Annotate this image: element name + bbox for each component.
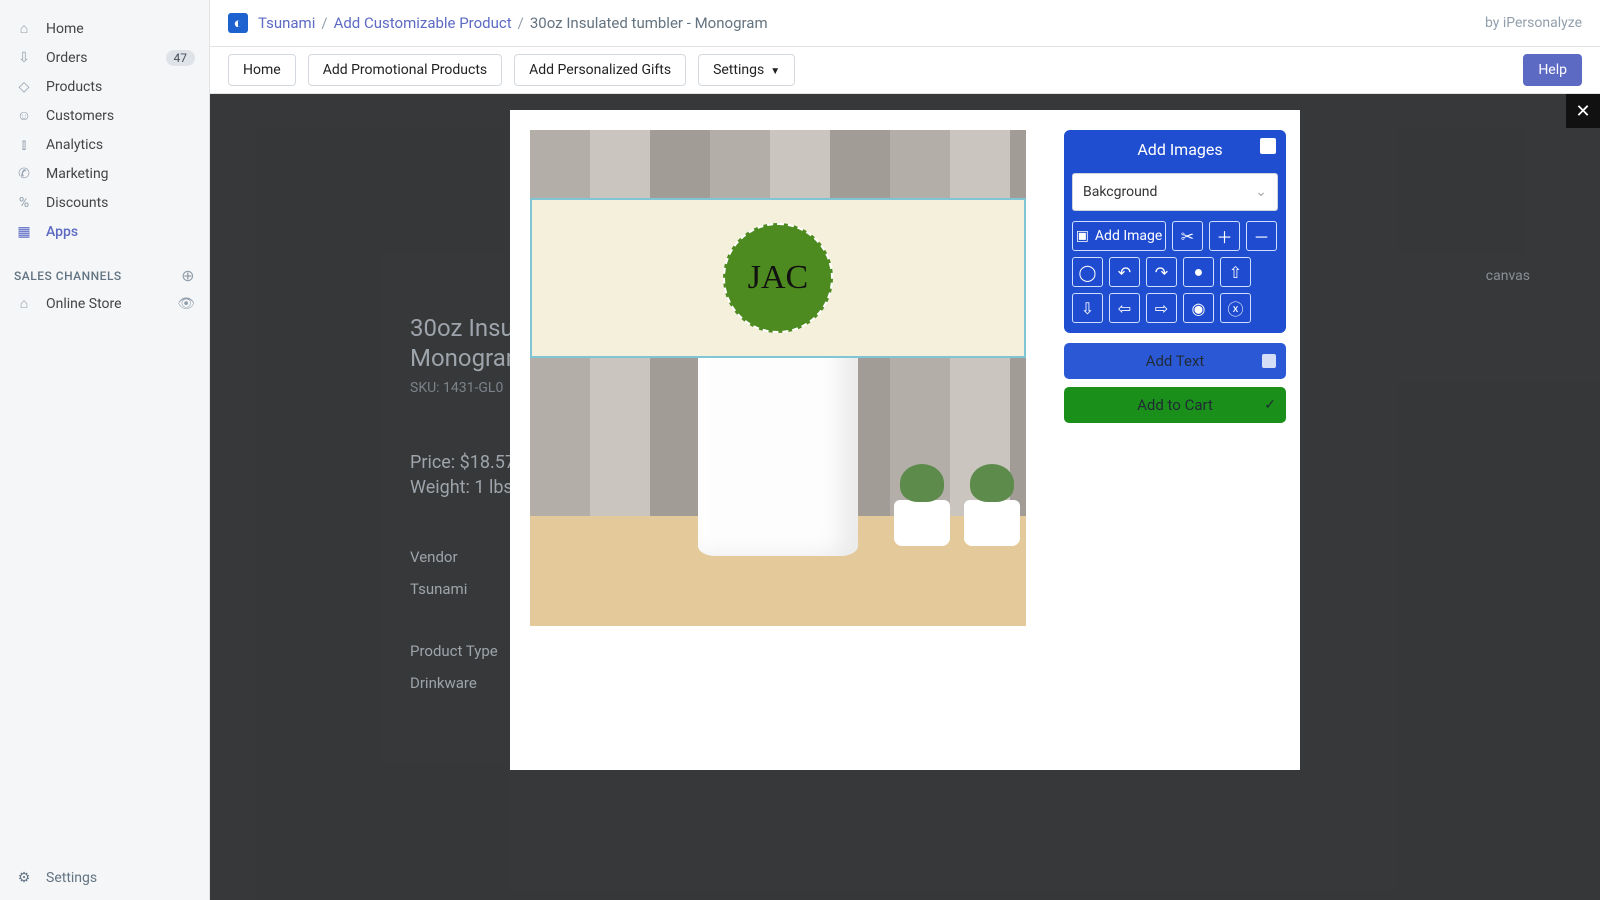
sales-channels-header: SALES CHANNELS⊕: [0, 246, 209, 289]
rotate-right-button[interactable]: ↷: [1146, 257, 1177, 287]
crumb-add-product[interactable]: Add Customizable Product: [334, 14, 512, 32]
gear-icon: ⚙: [14, 870, 34, 886]
nav-products[interactable]: ◇Products: [0, 72, 209, 101]
fit-button[interactable]: ◉: [1183, 293, 1214, 323]
nav-home[interactable]: ⌂Home: [0, 14, 209, 43]
sidebar: ⌂Home ⇩Orders47 ◇Products ☺Customers ⫾An…: [0, 0, 210, 900]
app-logo-icon: ◐: [228, 13, 248, 33]
primary-nav: ⌂Home ⇩Orders47 ◇Products ☺Customers ⫾An…: [0, 0, 209, 856]
move-left-button[interactable]: ⇦: [1109, 293, 1140, 323]
add-image-button[interactable]: ▣Add Image: [1072, 221, 1166, 251]
expand-icon[interactable]: [1260, 138, 1276, 154]
analytics-icon: ⫾: [14, 137, 34, 153]
move-right-button[interactable]: ⇨: [1146, 293, 1177, 323]
nav-analytics[interactable]: ⫾Analytics: [0, 130, 209, 159]
design-preview[interactable]: JAC: [530, 130, 1026, 626]
nav-discounts[interactable]: %Discounts: [0, 188, 209, 217]
add-promotional-button[interactable]: Add Promotional Products: [308, 54, 502, 86]
circle-mask-button[interactable]: ●: [1183, 257, 1214, 287]
nav-online-store[interactable]: ⌂Online Store👁: [0, 289, 209, 318]
home-icon: ⌂: [14, 20, 34, 37]
apps-icon: ▦: [14, 224, 34, 240]
add-images-panel: Add Images Bakcground ⌄ ▣Add Image ✂ ＋ －: [1064, 130, 1286, 333]
crop-button[interactable]: ✂: [1172, 221, 1203, 251]
marketing-icon: ✆: [14, 166, 34, 182]
add-to-cart-button[interactable]: Add to Cart: [1064, 387, 1286, 423]
monogram-badge: JAC: [723, 223, 833, 333]
nav-orders[interactable]: ⇩Orders47: [0, 43, 209, 72]
remove-button[interactable]: ⓧ: [1220, 293, 1251, 323]
close-icon[interactable]: ✕: [1566, 94, 1600, 128]
eye-icon[interactable]: 👁: [177, 296, 195, 312]
nav-apps[interactable]: ▦Apps: [0, 217, 209, 246]
zoom-out-button[interactable]: －: [1246, 221, 1277, 251]
settings-dropdown[interactable]: Settings▼: [698, 54, 795, 86]
toolbar-home-button[interactable]: Home: [228, 54, 296, 86]
add-channel-icon[interactable]: ⊕: [181, 266, 195, 285]
customizer-overlay: 30oz Insula Monogram SKU: 1431-GL0 Price…: [210, 94, 1600, 900]
customizer-modal: JAC Add Images Bakcground ⌄: [510, 110, 1300, 770]
layer-select[interactable]: Bakcground ⌄: [1072, 173, 1278, 211]
reset-button[interactable]: ◯: [1072, 257, 1103, 287]
move-down-button[interactable]: ⇩: [1072, 293, 1103, 323]
zoom-in-button[interactable]: ＋: [1209, 221, 1240, 251]
help-button[interactable]: Help: [1523, 54, 1582, 86]
main: ◐ Tsunami / Add Customizable Product / 3…: [210, 0, 1600, 900]
topbar: ◐ Tsunami / Add Customizable Product / 3…: [210, 0, 1600, 47]
orders-badge: 47: [166, 50, 196, 66]
add-images-header: Add Images: [1066, 132, 1284, 167]
move-up-button[interactable]: ⇧: [1220, 257, 1251, 287]
products-icon: ◇: [14, 79, 34, 95]
expand-text-icon: [1262, 354, 1276, 368]
rotate-left-button[interactable]: ↶: [1109, 257, 1140, 287]
customers-icon: ☺: [14, 107, 34, 124]
add-text-button[interactable]: Add Text: [1064, 343, 1286, 379]
orders-icon: ⇩: [14, 50, 34, 66]
image-icon: ▣: [1076, 228, 1089, 244]
add-personalized-button[interactable]: Add Personalized Gifts: [514, 54, 686, 86]
crumb-current: 30oz Insulated tumbler - Monogram: [530, 14, 768, 32]
by-label: by iPersonalyze: [1485, 15, 1582, 31]
discounts-icon: %: [14, 195, 34, 211]
nav-settings[interactable]: ⚙Settings: [0, 856, 209, 900]
nav-customers[interactable]: ☺Customers: [0, 101, 209, 130]
chevron-down-icon: ⌄: [1255, 184, 1267, 200]
toolbar: Home Add Promotional Products Add Person…: [210, 47, 1600, 94]
caret-down-icon: ▼: [770, 66, 780, 77]
crumb-store[interactable]: Tsunami: [258, 14, 315, 32]
nav-marketing[interactable]: ✆Marketing: [0, 159, 209, 188]
store-icon: ⌂: [14, 295, 34, 312]
